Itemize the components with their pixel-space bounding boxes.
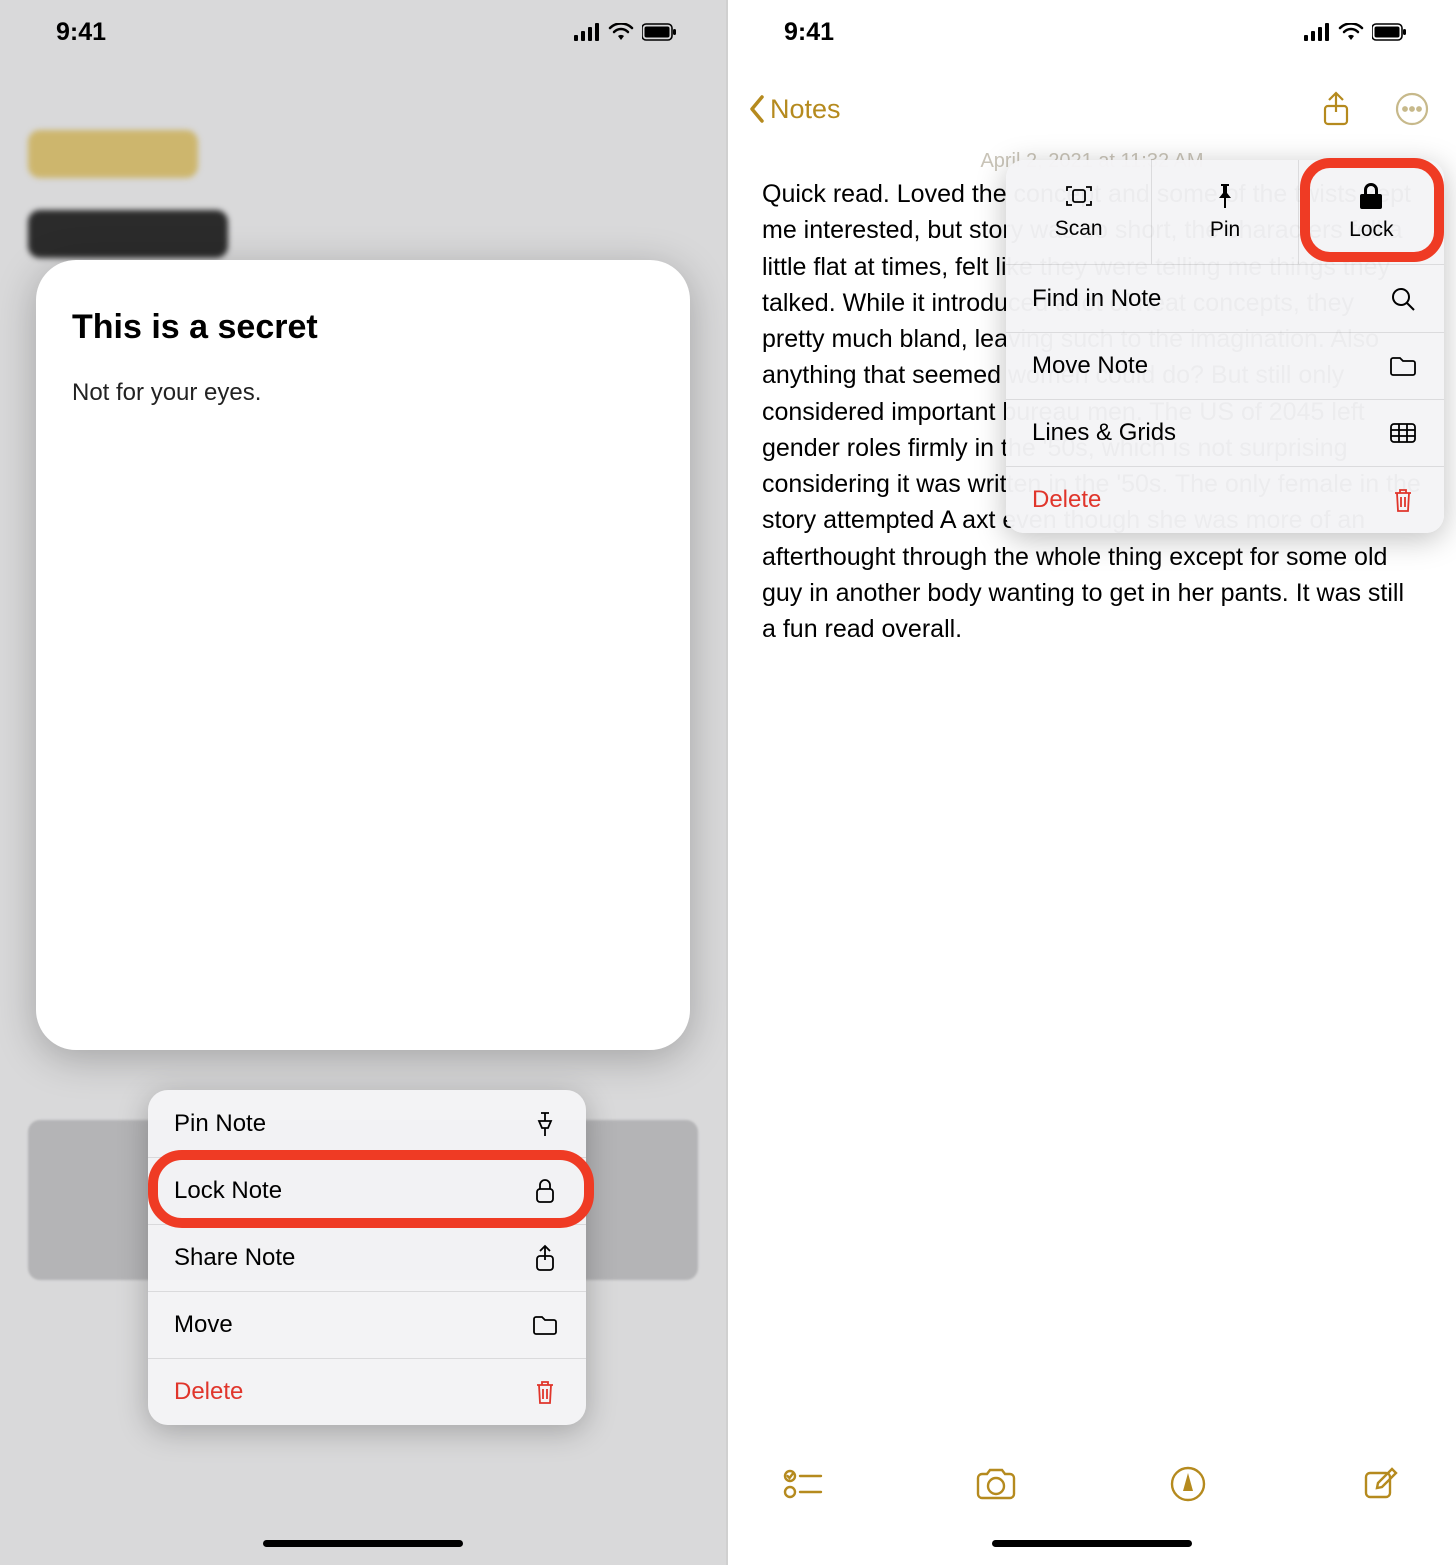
lock-icon	[1359, 182, 1383, 210]
menu-item-label: Move Note	[1032, 352, 1148, 380]
more-popover: Scan Pin Lock Find in Note Move Note	[1006, 160, 1444, 533]
wifi-icon	[608, 23, 634, 41]
status-bar: 9:41	[728, 0, 1456, 64]
popover-find-in-note[interactable]: Find in Note	[1006, 265, 1444, 332]
status-icons	[1304, 23, 1408, 41]
menu-item-move[interactable]: Move	[148, 1291, 586, 1358]
popover-label: Scan	[1055, 217, 1103, 241]
menu-item-label: Delete	[174, 1378, 243, 1406]
share-button[interactable]	[1312, 85, 1360, 133]
popover-delete[interactable]: Delete	[1006, 466, 1444, 533]
popover-label: Lock	[1349, 218, 1393, 242]
popover-list: Find in Note Move Note Lines & Grids Del…	[1006, 265, 1444, 533]
share-icon	[530, 1244, 560, 1272]
popover-top-row: Scan Pin Lock	[1006, 160, 1444, 265]
menu-item-lock-note[interactable]: Lock Note	[148, 1157, 586, 1224]
menu-item-share-note[interactable]: Share Note	[148, 1224, 586, 1291]
right-screenshot: 9:41 Notes April 2, 2021 at 11:32 AM Qui…	[728, 0, 1456, 1565]
menu-item-label: Lines & Grids	[1032, 419, 1176, 447]
camera-button[interactable]	[971, 1459, 1021, 1509]
note-title: This is a secret	[72, 308, 654, 347]
pin-icon	[530, 1111, 560, 1137]
folder-icon	[1388, 355, 1418, 377]
trash-icon	[530, 1379, 560, 1405]
camera-icon	[974, 1466, 1018, 1502]
checklist-icon	[783, 1467, 823, 1501]
menu-item-label: Share Note	[174, 1244, 295, 1272]
back-label: Notes	[770, 94, 841, 125]
battery-icon	[1372, 23, 1408, 41]
back-button[interactable]: Notes	[748, 94, 841, 125]
menu-item-pin-note[interactable]: Pin Note	[148, 1090, 586, 1157]
note-preview-card: This is a secret Not for your eyes.	[36, 260, 690, 1050]
context-menu: Pin Note Lock Note Share Note Move Delet…	[148, 1090, 586, 1425]
cellular-icon	[1304, 23, 1330, 41]
chevron-left-icon	[748, 94, 766, 124]
nav-bar: Notes	[728, 64, 1456, 154]
folder-icon	[530, 1314, 560, 1336]
menu-item-label: Pin Note	[174, 1110, 266, 1138]
home-indicator	[263, 1540, 463, 1547]
status-time: 9:41	[56, 18, 106, 47]
compose-icon	[1362, 1465, 1400, 1503]
bottom-toolbar	[728, 1439, 1456, 1529]
popover-scan[interactable]: Scan	[1006, 160, 1151, 264]
battery-icon	[642, 23, 678, 41]
note-body: Not for your eyes.	[72, 379, 654, 407]
scan-icon	[1064, 183, 1094, 209]
lock-icon	[530, 1178, 560, 1204]
popover-lines-grids[interactable]: Lines & Grids	[1006, 399, 1444, 466]
menu-item-label: Move	[174, 1311, 233, 1339]
left-screenshot: 9:41 This is a secret Not for your eyes.…	[0, 0, 728, 1565]
share-icon	[1321, 90, 1351, 128]
status-icons	[574, 23, 678, 41]
menu-item-label: Find in Note	[1032, 285, 1161, 313]
checklist-button[interactable]	[778, 1459, 828, 1509]
status-bar: 9:41	[0, 0, 726, 64]
markup-button[interactable]	[1163, 1459, 1213, 1509]
compose-button[interactable]	[1356, 1459, 1406, 1509]
status-time: 9:41	[784, 18, 834, 47]
menu-item-label: Delete	[1032, 486, 1101, 514]
popover-pin[interactable]: Pin	[1151, 160, 1297, 264]
more-button[interactable]	[1388, 85, 1436, 133]
search-icon	[1388, 286, 1418, 312]
grid-icon	[1388, 422, 1418, 444]
popover-move-note[interactable]: Move Note	[1006, 332, 1444, 399]
markup-icon	[1169, 1465, 1207, 1503]
popover-lock[interactable]: Lock	[1298, 160, 1444, 264]
popover-label: Pin	[1210, 218, 1240, 242]
menu-item-label: Lock Note	[174, 1177, 282, 1205]
ellipsis-circle-icon	[1394, 91, 1430, 127]
trash-icon	[1388, 487, 1418, 513]
wifi-icon	[1338, 23, 1364, 41]
pin-icon	[1214, 182, 1236, 210]
home-indicator	[992, 1540, 1192, 1547]
cellular-icon	[574, 23, 600, 41]
menu-item-delete[interactable]: Delete	[148, 1358, 586, 1425]
